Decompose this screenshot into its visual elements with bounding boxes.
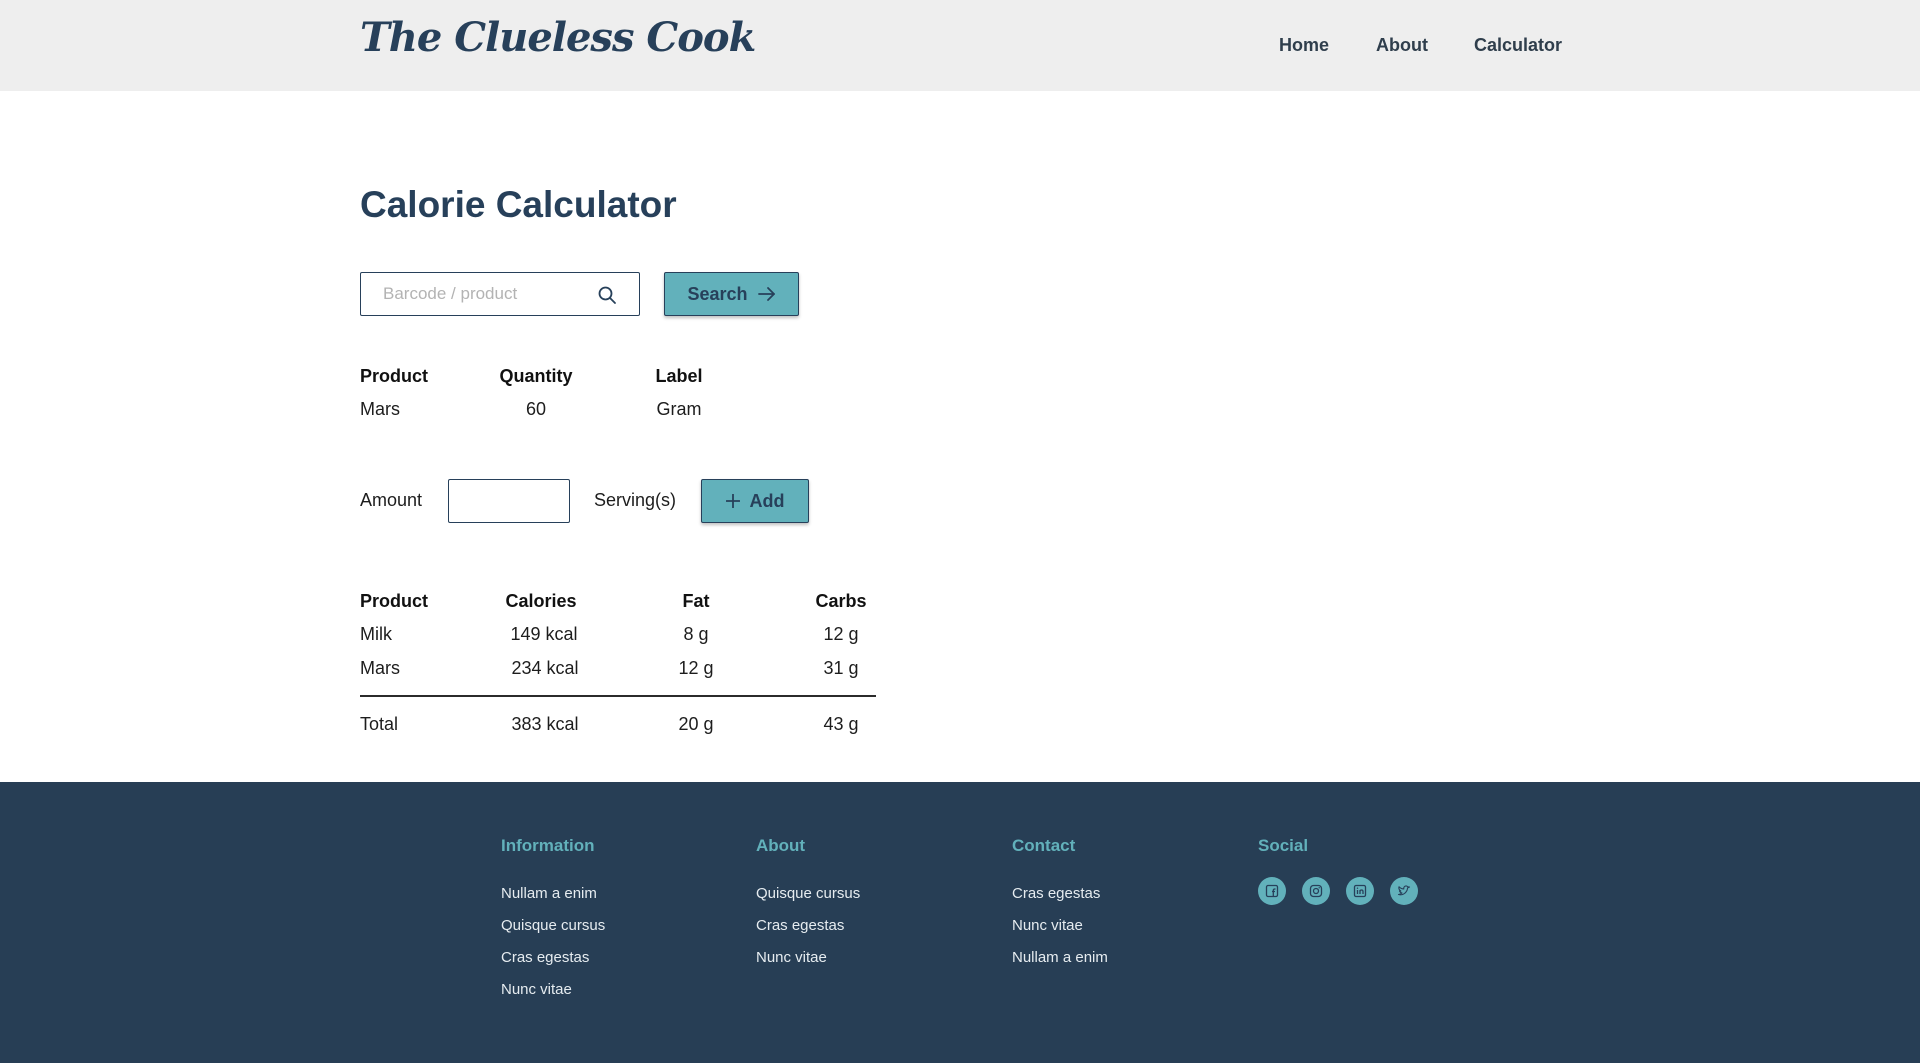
arrow-right-icon [757, 287, 775, 301]
plus-icon [725, 494, 740, 508]
table-row-product: Mars [360, 658, 400, 678]
table-row-carbs: 31 g [823, 658, 859, 678]
product-name: Mars [360, 399, 400, 419]
product-label: Gram [656, 399, 702, 419]
label-header: Label [655, 366, 703, 386]
site-header: The Clueless Cook Home About Calculator [0, 0, 1920, 91]
table-row-calories: 149 kcal [510, 624, 578, 644]
site-footer [0, 782, 1920, 1063]
carbs-header: Carbs [815, 591, 867, 611]
footer-social-title: Social [1258, 836, 1309, 855]
table-row-fat: 12 g [678, 658, 714, 678]
footer-link[interactable]: Quisque cursus [501, 917, 605, 934]
footer-link[interactable]: Nunc vitae [501, 981, 572, 998]
nav-calculator[interactable]: Calculator [1474, 35, 1562, 56]
twitter-icon[interactable] [1390, 877, 1418, 905]
search-button-label: Search [687, 283, 748, 304]
footer-link[interactable]: Quisque cursus [756, 885, 860, 902]
search-icon [598, 286, 616, 304]
instagram-icon[interactable] [1302, 877, 1330, 905]
nutrition-product-header: Product [360, 591, 429, 611]
footer-link[interactable]: Nunc vitae [756, 949, 827, 966]
search-input[interactable] [383, 282, 593, 306]
product-quantity: 60 [525, 399, 547, 419]
add-button[interactable]: Add [701, 479, 809, 523]
calories-header: Calories [505, 591, 577, 611]
footer-link[interactable]: Cras egestas [1012, 885, 1100, 902]
total-fat: 20 g [678, 714, 714, 734]
total-carbs: 43 g [823, 714, 859, 734]
footer-link[interactable]: Nunc vitae [1012, 917, 1083, 934]
footer-about-title: About [756, 836, 806, 855]
table-row-carbs: 12 g [823, 624, 859, 644]
linkedin-glyph [1353, 884, 1367, 898]
total-calories: 383 kcal [511, 714, 579, 734]
table-row-calories: 234 kcal [511, 658, 579, 678]
facebook-glyph [1265, 884, 1279, 898]
quantity-header: Quantity [499, 366, 573, 386]
amount-input[interactable] [448, 479, 570, 523]
product-header: Product [360, 366, 429, 386]
footer-information-title: Information [501, 836, 595, 855]
footer-link[interactable]: Nullam a enim [501, 885, 597, 902]
search-box [360, 272, 640, 316]
footer-contact-title: Contact [1012, 836, 1076, 855]
twitter-glyph [1397, 885, 1411, 896]
nav-home[interactable]: Home [1279, 35, 1329, 56]
servings-label: Serving(s) [594, 490, 677, 510]
nav-about[interactable]: About [1376, 35, 1428, 56]
footer-link[interactable]: Nullam a enim [1012, 949, 1108, 966]
site-logo[interactable]: The Clueless Cook [360, 14, 756, 61]
footer-link[interactable]: Cras egestas [756, 917, 844, 934]
search-button[interactable]: Search [664, 272, 799, 316]
instagram-glyph [1309, 884, 1323, 898]
page-title: Calorie Calculator [360, 184, 677, 225]
total-label: Total [360, 714, 399, 734]
footer-link[interactable]: Cras egestas [501, 949, 589, 966]
fat-header: Fat [682, 591, 710, 611]
add-button-label: Add [749, 490, 785, 511]
table-row-fat: 8 g [683, 624, 709, 644]
table-row-product: Milk [360, 624, 392, 644]
table-divider [360, 695, 876, 697]
amount-label: Amount [360, 490, 423, 510]
linkedin-icon[interactable] [1346, 877, 1374, 905]
facebook-icon[interactable] [1258, 877, 1286, 905]
